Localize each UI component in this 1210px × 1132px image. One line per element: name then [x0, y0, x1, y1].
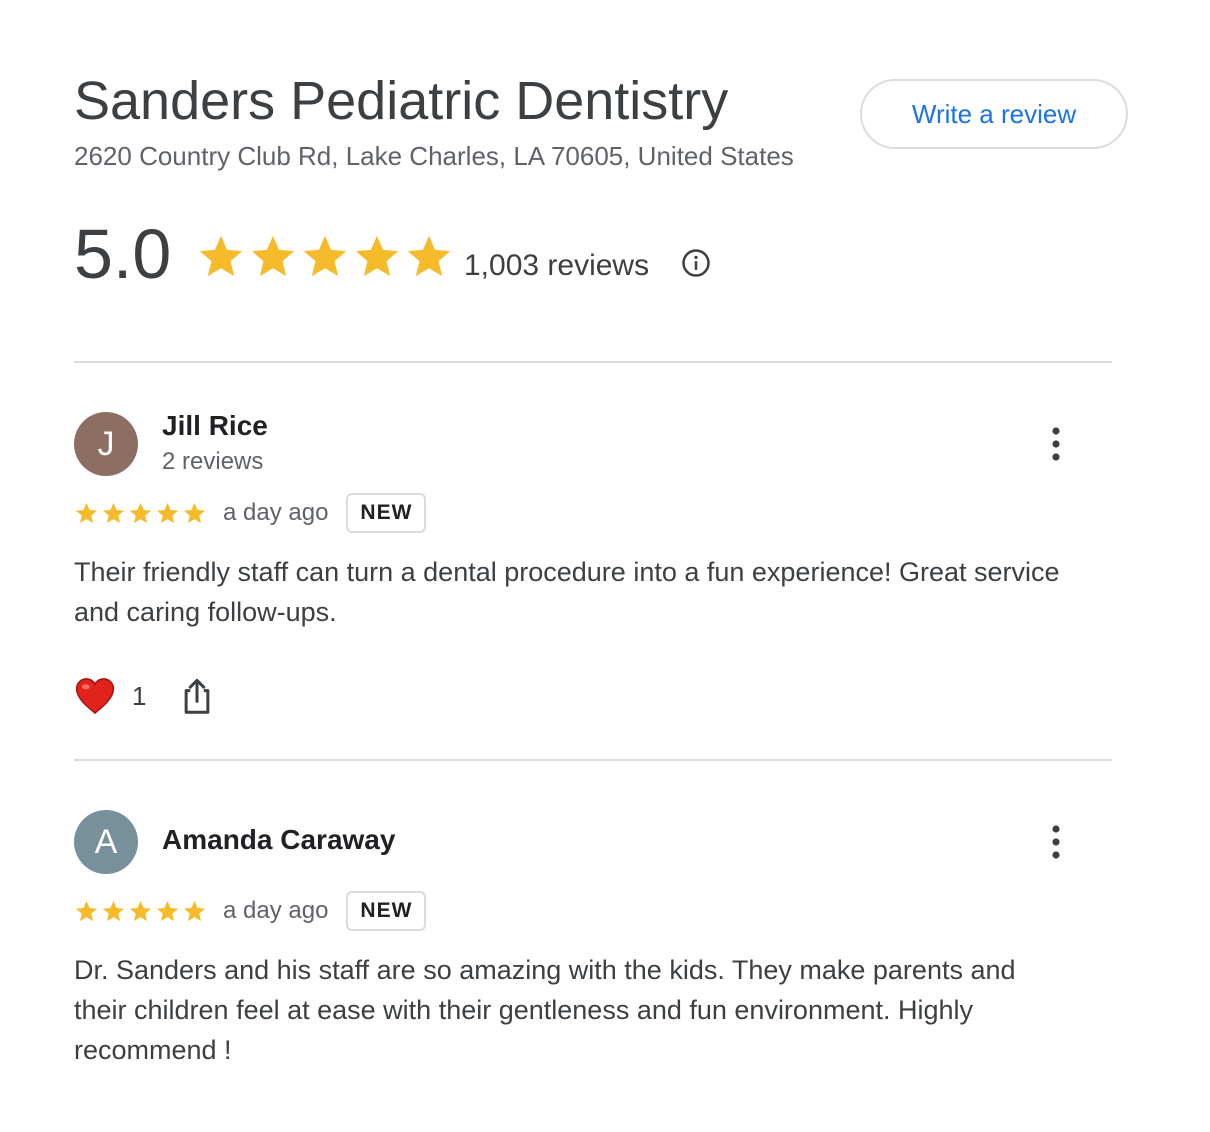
- avatar[interactable]: J: [74, 412, 138, 476]
- average-rating-stars: [196, 232, 454, 282]
- business-address: 2620 Country Club Rd, Lake Charles, LA 7…: [74, 141, 794, 171]
- review-card: J Jill Rice 2 reviews a day ago NEW Thei…: [74, 410, 1114, 722]
- star-icon: [156, 502, 179, 523]
- star-icon: [102, 900, 125, 921]
- star-icon: [199, 235, 243, 277]
- info-icon[interactable]: [681, 248, 711, 278]
- star-icon: [129, 900, 152, 921]
- star-icon: [102, 502, 125, 523]
- share-icon[interactable]: [180, 677, 214, 715]
- review-rating-row: a day ago NEW: [74, 493, 427, 533]
- heart-icon[interactable]: [74, 676, 116, 716]
- star-icon: [355, 235, 399, 277]
- star-icon: [156, 900, 179, 921]
- review-date: a day ago: [223, 897, 329, 924]
- total-review-count[interactable]: 1,003 reviews: [464, 246, 649, 286]
- review-date: a day ago: [223, 499, 329, 526]
- review-text: Dr. Sanders and his staff are so amazing…: [74, 955, 1016, 1065]
- review-card: A Amanda Caraway a day ago NEW Dr. Sande…: [74, 810, 1114, 1080]
- star-icon: [303, 235, 347, 277]
- like-count: 1: [132, 680, 147, 711]
- star-icon: [251, 235, 295, 277]
- new-badge: NEW: [346, 891, 427, 931]
- reviewer-review-count: 2 reviews: [162, 448, 264, 475]
- new-badge: NEW: [346, 493, 427, 533]
- reviewer-name[interactable]: Amanda Caraway: [162, 824, 395, 856]
- star-icon: [183, 900, 206, 921]
- divider: [74, 759, 1112, 761]
- reviewer-name[interactable]: Jill Rice: [162, 410, 268, 442]
- star-icon: [183, 502, 206, 523]
- star-icon: [129, 502, 152, 523]
- review-stars: [74, 501, 207, 526]
- more-options-icon[interactable]: [1042, 822, 1070, 862]
- business-title: Sanders Pediatric Dentistry: [74, 71, 729, 131]
- star-icon: [75, 502, 98, 523]
- review-actions: 1: [74, 676, 214, 716]
- review-text: Their friendly staff can turn a dental p…: [74, 557, 1060, 627]
- review-rating-row: a day ago NEW: [74, 891, 427, 931]
- star-icon: [75, 900, 98, 921]
- avatar[interactable]: A: [74, 810, 138, 874]
- divider: [74, 361, 1112, 363]
- star-icon: [407, 235, 451, 277]
- review-stars: [74, 899, 207, 924]
- average-rating: 5.0: [74, 215, 172, 293]
- more-options-icon[interactable]: [1042, 424, 1070, 464]
- rating-summary: 5.0 1,003 reviews: [74, 210, 774, 293]
- write-review-button[interactable]: Write a review: [860, 79, 1128, 149]
